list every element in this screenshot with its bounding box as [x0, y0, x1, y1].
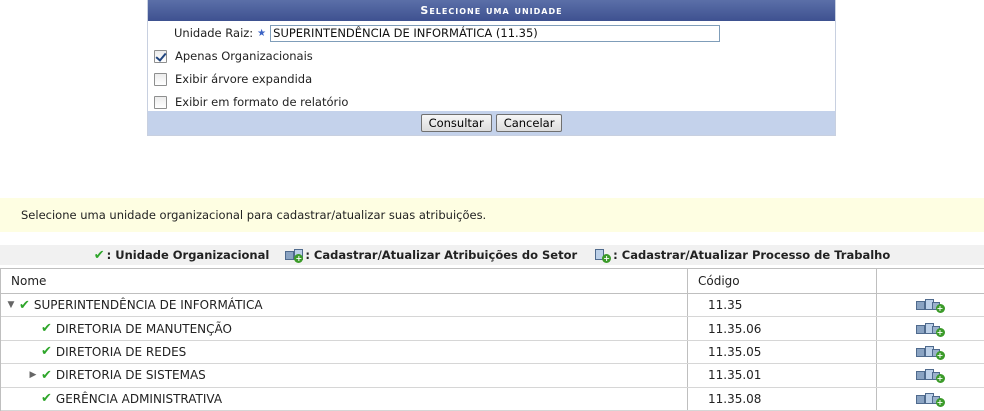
check-icon: ✔: [41, 391, 52, 407]
register-attributes-icon[interactable]: +: [915, 392, 946, 407]
unit-tree-table: Nome Código ▼ ✔ SUPERINTENDÊNCIA DE INFO…: [0, 268, 984, 411]
expanded-tree-label: Exibir árvore expandida: [175, 72, 313, 86]
header-code: Código: [688, 269, 877, 293]
expanded-tree-checkbox[interactable]: [154, 72, 167, 86]
table-row: ✔ DIRETORIA DE MANUTENÇÃO 11.35.06 +: [1, 317, 984, 341]
unit-name: DIRETORIA DE REDES: [55, 344, 187, 359]
cancel-button[interactable]: Cancelar: [495, 114, 563, 132]
table-row: ✔ GERÊNCIA ADMINISTRATIVA 11.35.08 +: [1, 387, 984, 411]
work-process-icon: +: [593, 248, 612, 263]
header-name: Nome: [1, 269, 688, 293]
check-icon: ✔: [41, 321, 52, 337]
root-unit-label: Unidade Raiz:: [174, 26, 254, 40]
register-attributes-icon[interactable]: +: [915, 368, 946, 384]
form-footer: Consultar Cancelar: [148, 111, 835, 135]
consult-button[interactable]: Consultar: [420, 114, 492, 132]
expand-triangle-icon[interactable]: ▶: [28, 370, 38, 380]
table-row: ▶ ✔ DIRETORIA DE SISTEMAS 11.35.01 +: [1, 364, 984, 388]
table-row: ✔ DIRETORIA DE REDES 11.35.05 +: [1, 340, 984, 365]
unit-name: SUPERINTENDÊNCIA DE INFORMÁTICA: [33, 298, 263, 313]
table-header: Nome Código: [1, 269, 984, 294]
legend-org-unit-label: : Unidade Organizacional: [106, 248, 270, 262]
table-row: ▼ ✔ SUPERINTENDÊNCIA DE INFORMÁTICA 11.3…: [1, 294, 984, 318]
report-format-label: Exibir em formato de relatório: [175, 95, 349, 109]
unit-name: GERÊNCIA ADMINISTRATIVA: [55, 391, 223, 406]
unit-code: 11.35.01: [688, 364, 877, 387]
unit-code: 11.35.06: [688, 317, 877, 340]
unit-code: 11.35: [688, 294, 877, 317]
collapse-triangle-icon[interactable]: ▼: [6, 300, 16, 310]
legend-sector-attr: + : Cadastrar/Atualizar Atribuições do S…: [285, 248, 578, 263]
organizational-only-label: Apenas Organizacionais: [175, 49, 313, 63]
legend-work-process: + : Cadastrar/Atualizar Processo de Trab…: [593, 248, 891, 263]
required-star-icon: ★: [257, 27, 267, 39]
check-icon: ✔: [41, 367, 52, 383]
unit-name: DIRETORIA DE SISTEMAS: [55, 368, 206, 383]
unit-code: 11.35.05: [688, 340, 877, 364]
option-organizational-only[interactable]: Apenas Organizacionais: [154, 46, 313, 66]
select-unit-form: Selecione uma unidade Unidade Raiz: ★ Ap…: [147, 0, 836, 136]
option-expanded-tree[interactable]: Exibir árvore expandida: [154, 69, 312, 89]
option-report-format[interactable]: Exibir em formato de relatório: [154, 92, 348, 112]
register-attributes-icon[interactable]: +: [915, 298, 946, 314]
root-unit-input[interactable]: [270, 24, 721, 42]
legend-sector-attr-label: : Cadastrar/Atualizar Atribuições do Set…: [305, 248, 578, 262]
organizational-only-checkbox[interactable]: [154, 49, 167, 63]
sector-attributes-icon: +: [285, 248, 304, 263]
form-caption: Selecione uma unidade: [148, 0, 835, 21]
info-message: Selecione uma unidade organizacional par…: [0, 198, 984, 232]
legend: ✔ : Unidade Organizacional + : Cadastrar…: [0, 245, 984, 265]
report-format-checkbox[interactable]: [154, 95, 167, 109]
header-actions: [877, 269, 984, 293]
legend-work-process-label: : Cadastrar/Atualizar Processo de Trabal…: [613, 248, 891, 262]
unit-name: DIRETORIA DE MANUTENÇÃO: [55, 321, 232, 336]
legend-org-unit: ✔ : Unidade Organizacional: [94, 248, 270, 263]
check-icon: ✔: [19, 297, 30, 313]
check-icon: ✔: [93, 247, 105, 263]
register-attributes-icon[interactable]: +: [915, 322, 946, 337]
register-attributes-icon[interactable]: +: [915, 345, 946, 360]
check-icon: ✔: [41, 344, 52, 360]
root-unit-row: Unidade Raiz: ★: [174, 23, 721, 43]
unit-code: 11.35.08: [688, 387, 877, 410]
